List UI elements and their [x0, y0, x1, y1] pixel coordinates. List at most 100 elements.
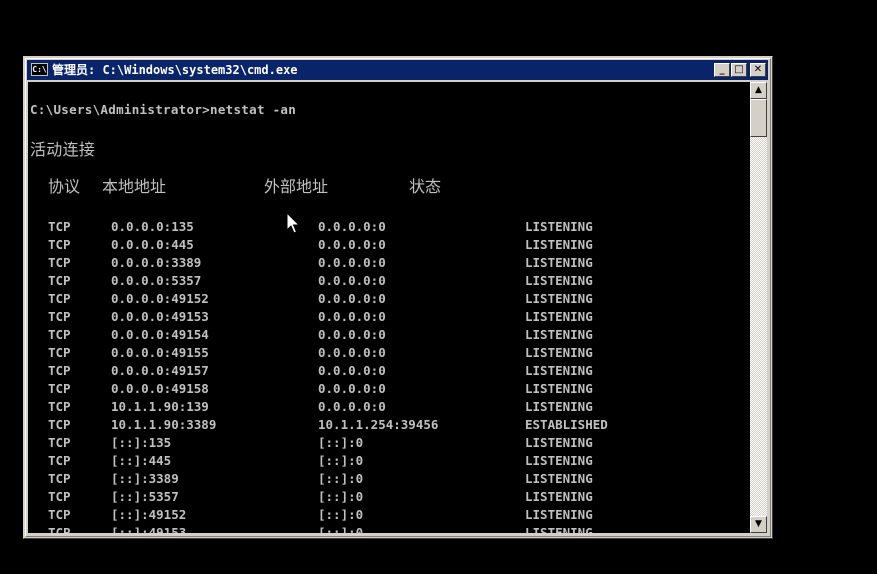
row-state: LISTENING — [525, 489, 593, 504]
row-local-address: [::]:49152 — [111, 507, 187, 522]
row-local-address: 10.1.1.90:139 — [111, 399, 209, 414]
header-local-address: 本地地址 — [102, 177, 167, 196]
cmd-icon[interactable]: C:\ — [31, 63, 48, 76]
row-state: LISTENING — [525, 273, 593, 288]
table-row: TCP 0.0.0.0:49154 0.0.0.0:0 LISTENING — [28, 327, 750, 345]
row-foreign-address: 0.0.0.0:0 — [318, 273, 386, 288]
row-foreign-address: 0.0.0.0:0 — [318, 309, 386, 324]
scroll-thumb[interactable] — [750, 99, 767, 137]
table-row: TCP 0.0.0.0:49152 0.0.0.0:0 LISTENING — [28, 291, 750, 309]
table-row: TCP [::]:5357 [::]:0 LISTENING — [28, 489, 750, 507]
row-state: LISTENING — [525, 399, 593, 414]
row-protocol: TCP — [48, 291, 71, 306]
table-row: TCP 0.0.0.0:49158 0.0.0.0:0 LISTENING — [28, 381, 750, 399]
row-foreign-address: 0.0.0.0:0 — [318, 345, 386, 360]
prompt-line: C:\Users\Administrator>netstat -an — [30, 102, 297, 117]
table-row: TCP 0.0.0.0:445 0.0.0.0:0 LISTENING — [28, 237, 750, 255]
row-foreign-address: 0.0.0.0:0 — [318, 219, 386, 234]
row-foreign-address: 0.0.0.0:0 — [318, 363, 386, 378]
scroll-down-button[interactable]: ▼ — [750, 516, 767, 533]
table-row: TCP 0.0.0.0:3389 0.0.0.0:0 LISTENING — [28, 255, 750, 273]
mouse-pointer-icon — [286, 212, 301, 234]
row-local-address: 0.0.0.0:135 — [111, 219, 194, 234]
row-protocol: TCP — [48, 453, 71, 468]
table-row: TCP 10.1.1.90:3389 10.1.1.254:39456 ESTABLI… — [28, 417, 750, 435]
table-row: TCP 0.0.0.0:135 0.0.0.0:0 LISTENING — [28, 219, 750, 237]
row-local-address: 0.0.0.0:49154 — [111, 327, 209, 342]
table-row: TCP 10.1.1.90:139 0.0.0.0:0 LISTENING — [28, 399, 750, 417]
row-local-address: [::]:49153 — [111, 525, 187, 533]
row-foreign-address: 0.0.0.0:0 — [318, 399, 386, 414]
row-foreign-address: 0.0.0.0:0 — [318, 255, 386, 270]
row-protocol: TCP — [48, 399, 71, 414]
row-state: LISTENING — [525, 381, 593, 396]
row-foreign-address: [::]:0 — [318, 507, 364, 522]
row-local-address: 0.0.0.0:49158 — [111, 381, 209, 396]
row-protocol: TCP — [48, 525, 71, 533]
row-protocol: TCP — [48, 417, 71, 432]
scroll-up-button[interactable]: ▲ — [750, 82, 767, 99]
maximize-button[interactable]: □ — [731, 63, 747, 77]
row-protocol: TCP — [48, 507, 71, 522]
row-state: LISTENING — [525, 525, 593, 533]
row-state: LISTENING — [525, 507, 593, 522]
row-foreign-address: 0.0.0.0:0 — [318, 381, 386, 396]
row-state: LISTENING — [525, 435, 593, 450]
row-protocol: TCP — [48, 471, 71, 486]
header-foreign-address: 外部地址 — [264, 177, 329, 196]
row-protocol: TCP — [48, 219, 71, 234]
row-foreign-address: 0.0.0.0:0 — [318, 237, 386, 252]
row-state: LISTENING — [525, 219, 593, 234]
table-row: TCP [::]:3389 [::]:0 LISTENING — [28, 471, 750, 489]
row-local-address: 0.0.0.0:5357 — [111, 273, 202, 288]
row-state: LISTENING — [525, 237, 593, 252]
header-protocol: 协议 — [48, 177, 81, 196]
row-local-address: 0.0.0.0:49157 — [111, 363, 209, 378]
row-foreign-address: [::]:0 — [318, 453, 364, 468]
row-foreign-address: [::]:0 — [318, 435, 364, 450]
header-state: 状态 — [409, 177, 442, 196]
window-title: 管理员: C:\Windows\system32\cmd.exe — [52, 63, 298, 77]
table-row: TCP [::]:135 [::]:0 LISTENING — [28, 435, 750, 453]
row-foreign-address: [::]:0 — [318, 471, 364, 486]
row-state: LISTENING — [525, 453, 593, 468]
row-state: LISTENING — [525, 255, 593, 270]
row-local-address: 0.0.0.0:49153 — [111, 309, 209, 324]
table-row: TCP [::]:445 [::]:0 LISTENING — [28, 453, 750, 471]
row-foreign-address: 0.0.0.0:0 — [318, 327, 386, 342]
table-row: TCP 0.0.0.0:49153 0.0.0.0:0 LISTENING — [28, 309, 750, 327]
title-bar[interactable]: C:\ 管理员: C:\Windows\system32\cmd.exe _ □… — [27, 60, 768, 80]
row-state: LISTENING — [525, 471, 593, 486]
row-local-address: 0.0.0.0:445 — [111, 237, 194, 252]
console-output[interactable]: C:\Users\Administrator>netstat -an 活动连接 … — [28, 82, 750, 533]
vertical-scrollbar[interactable]: ▲ ▼ — [750, 82, 767, 533]
row-state: LISTENING — [525, 345, 593, 360]
row-foreign-address: [::]:0 — [318, 525, 364, 533]
cmd-window: C:\ 管理员: C:\Windows\system32\cmd.exe _ □… — [23, 56, 773, 539]
row-foreign-address: 0.0.0.0:0 — [318, 291, 386, 306]
row-protocol: TCP — [48, 489, 71, 504]
table-row: TCP [::]:49153 [::]:0 LISTENING — [28, 525, 750, 533]
row-local-address: 10.1.1.90:3389 — [111, 417, 217, 432]
row-state: LISTENING — [525, 327, 593, 342]
section-title: 活动连接 — [30, 140, 96, 159]
row-protocol: TCP — [48, 381, 71, 396]
minimize-button[interactable]: _ — [714, 63, 730, 77]
row-state: LISTENING — [525, 363, 593, 378]
close-button[interactable]: ✕ — [750, 63, 766, 77]
row-protocol: TCP — [48, 237, 71, 252]
row-state: ESTABLISHED — [525, 417, 608, 432]
row-state: LISTENING — [525, 309, 593, 324]
row-local-address: [::]:135 — [111, 435, 172, 450]
row-local-address: 0.0.0.0:49152 — [111, 291, 209, 306]
row-state: LISTENING — [525, 291, 593, 306]
table-row: TCP 0.0.0.0:49155 0.0.0.0:0 LISTENING — [28, 345, 750, 363]
row-protocol: TCP — [48, 435, 71, 450]
row-protocol: TCP — [48, 273, 71, 288]
row-protocol: TCP — [48, 255, 71, 270]
row-local-address: [::]:3389 — [111, 471, 179, 486]
row-protocol: TCP — [48, 309, 71, 324]
row-local-address: 0.0.0.0:49155 — [111, 345, 209, 360]
row-protocol: TCP — [48, 327, 71, 342]
row-foreign-address: [::]:0 — [318, 489, 364, 504]
